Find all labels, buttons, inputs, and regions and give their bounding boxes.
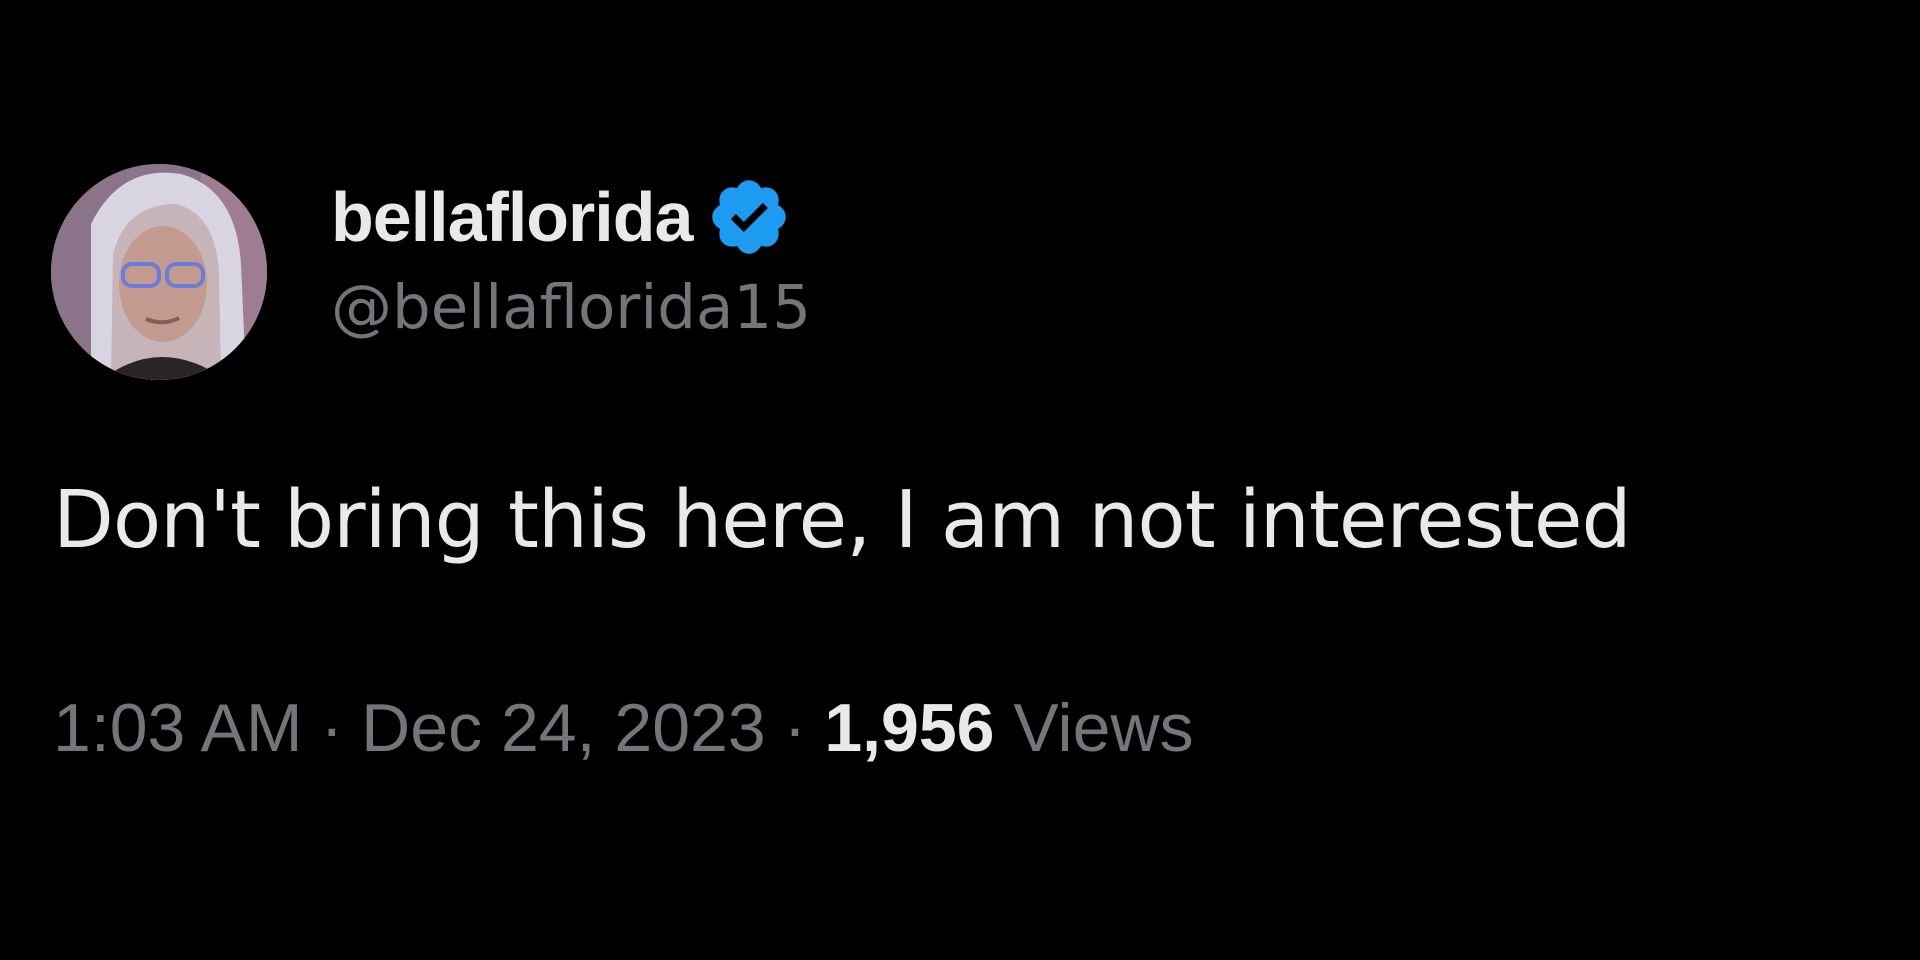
avatar-image	[51, 164, 267, 380]
meta-separator: ·	[783, 690, 807, 766]
author-display-name[interactable]: bellaflorida	[331, 172, 693, 262]
profile-avatar[interactable]	[51, 164, 267, 380]
tweet-time[interactable]: 1:03 AM	[53, 690, 303, 766]
tweet-author: bellaflorida @bellaflorida15	[331, 172, 811, 348]
author-handle[interactable]: @bellaflorida15	[331, 268, 811, 348]
tweet-text: Don't bring this here, I am not interest…	[53, 474, 1632, 566]
views-label: Views	[1013, 690, 1194, 766]
verified-badge-icon[interactable]	[706, 174, 792, 260]
tweet-card: bellaflorida @bellaflorida15 Don't bring…	[0, 0, 1920, 960]
views-count: 1,956	[824, 690, 995, 766]
meta-separator: ·	[320, 690, 344, 766]
tweet-meta: 1:03 AM · Dec 24, 2023 · 1,956 Views	[53, 683, 1194, 773]
author-name-row: bellaflorida	[331, 172, 811, 262]
tweet-date[interactable]: Dec 24, 2023	[361, 690, 766, 766]
